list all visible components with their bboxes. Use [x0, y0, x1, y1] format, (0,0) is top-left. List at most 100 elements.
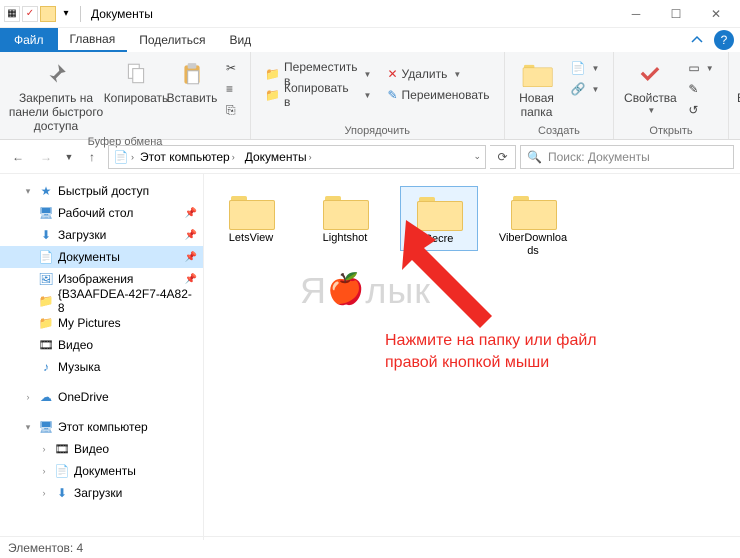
folder-item[interactable]: Lightshot: [306, 186, 384, 249]
delete-label: Удалить: [402, 67, 448, 81]
group-organize: 📁Переместить в▼ 📁Копировать в▼ ✕Удалить▼…: [251, 52, 504, 139]
open-icon: ▭: [688, 61, 699, 75]
collapse-ribbon-icon[interactable]: [682, 28, 712, 52]
chevron-right-icon: ›: [22, 392, 34, 402]
documents-icon: 📄: [38, 249, 54, 265]
tree-desktop[interactable]: 🖥Рабочий стол📌: [0, 202, 203, 224]
crumb-docs[interactable]: Документы›: [241, 150, 316, 164]
scissors-icon: ✂: [226, 61, 236, 75]
pin-icon: 📌: [185, 252, 197, 263]
folder-item-selected[interactable]: Secre: [400, 186, 478, 251]
tree-video[interactable]: 🎞Видео: [0, 334, 203, 356]
paste-button[interactable]: Вставить: [166, 56, 218, 108]
minimize-button[interactable]: ─: [616, 0, 656, 28]
tree-guid-folder[interactable]: 📁{B3AAFDEA-42F7-4A82-8: [0, 290, 203, 312]
copy-icon: [120, 58, 152, 90]
help-icon[interactable]: ?: [714, 30, 734, 50]
easy-access-button[interactable]: 🔗▼: [567, 79, 604, 99]
search-icon: 🔍: [527, 150, 542, 164]
folder-item[interactable]: ViberDownloads: [494, 186, 572, 262]
refresh-button[interactable]: ⟳: [490, 145, 516, 169]
address-bar[interactable]: 📄 › Этот компьютер› Документы› ⌄: [108, 145, 486, 169]
maximize-button[interactable]: ☐: [656, 0, 696, 28]
history-button[interactable]: ↺: [684, 100, 717, 120]
delete-button[interactable]: ✕Удалить▼: [383, 64, 493, 84]
chevron-down-icon: ▾: [22, 422, 34, 433]
properties-button[interactable]: Свойства▼: [620, 56, 680, 117]
video-icon: 🎞: [38, 337, 54, 353]
forward-button[interactable]: →: [34, 145, 58, 169]
copy-to-button[interactable]: 📁Копировать в▼: [261, 85, 375, 105]
documents-icon: 📄: [113, 149, 129, 165]
chevron-down-icon: ▼: [364, 70, 372, 79]
group-clipboard: Закрепить на панели быстрого доступа Коп…: [0, 52, 251, 139]
back-button[interactable]: ←: [6, 145, 30, 169]
copy-path-button[interactable]: ≡: [222, 79, 240, 99]
paste-icon: [176, 58, 208, 90]
chevron-right-icon: ›: [38, 488, 50, 498]
rename-button[interactable]: ✎Переименовать: [383, 85, 493, 105]
chevron-right-icon: ›: [309, 152, 312, 162]
tree-downloads[interactable]: ⬇Загрузки📌: [0, 224, 203, 246]
copy-to-label: Копировать в: [284, 81, 358, 109]
edit-button[interactable]: ✎: [684, 79, 717, 99]
chevron-right-icon: ›: [131, 152, 134, 162]
quick-access-toolbar: ▦ ✓ ▾: [4, 6, 74, 22]
search-placeholder: Поиск: Документы: [548, 150, 650, 164]
documents-icon: 📄: [54, 463, 70, 479]
tree-onedrive[interactable]: ›☁OneDrive: [0, 386, 203, 408]
tab-home[interactable]: Главная: [58, 28, 128, 52]
video-icon: 🎞: [54, 441, 70, 457]
folder-view[interactable]: LetsView Lightshot Secre ViberDownloads: [204, 174, 740, 540]
crumb-pc[interactable]: Этот компьютер›: [136, 150, 239, 164]
tree-documents2[interactable]: ›📄Документы: [0, 460, 203, 482]
nav-tree[interactable]: ▾★Быстрый доступ 🖥Рабочий стол📌 ⬇Загрузк…: [0, 174, 204, 540]
tree-downloads2[interactable]: ›⬇Загрузки: [0, 482, 203, 504]
qat-icon-2[interactable]: ✓: [22, 6, 38, 22]
group-select: Выделить▼: [729, 52, 740, 139]
qat-icon-3[interactable]: [40, 6, 56, 22]
chevron-down-icon: ▼: [591, 85, 599, 94]
properties-label: Свойства: [624, 92, 677, 106]
qat-overflow[interactable]: ▾: [58, 6, 74, 22]
new-folder-icon: [521, 58, 553, 90]
new-folder-label-2: папка: [521, 106, 553, 120]
music-icon: ♪: [38, 359, 54, 375]
group-new-label: Создать: [538, 124, 580, 137]
open-button[interactable]: ▭▼: [684, 58, 717, 78]
tab-share[interactable]: Поделиться: [127, 28, 217, 52]
paste-shortcut-button[interactable]: ⎘: [222, 100, 240, 120]
rename-icon: ✎: [387, 88, 397, 102]
qat-icon-1[interactable]: ▦: [4, 6, 20, 22]
group-open: Свойства▼ ▭▼ ✎ ↺ Открыть: [614, 52, 728, 139]
tree-music[interactable]: ♪Музыка: [0, 356, 203, 378]
paste-label: Вставить: [167, 92, 218, 106]
title-bar: ▦ ✓ ▾ Документы ─ ☐ ✕: [0, 0, 740, 28]
select-button[interactable]: Выделить▼: [735, 56, 740, 117]
folder-icon: 📁: [38, 315, 54, 331]
tree-video2[interactable]: ›🎞Видео: [0, 438, 203, 460]
new-item-button[interactable]: 📄▼: [567, 58, 604, 78]
tab-view[interactable]: Вид: [217, 28, 263, 52]
tree-documents[interactable]: 📄Документы📌: [0, 246, 203, 268]
tab-file[interactable]: Файл: [0, 28, 58, 52]
tree-mypictures[interactable]: 📁My Pictures: [0, 312, 203, 334]
up-button[interactable]: ↑: [80, 145, 104, 169]
ribbon-tabs: Файл Главная Поделиться Вид ?: [0, 28, 740, 52]
pin-quick-access-button[interactable]: Закрепить на панели быстрого доступа: [6, 56, 106, 135]
search-box[interactable]: 🔍 Поиск: Документы: [520, 145, 734, 169]
copy-button[interactable]: Копировать: [106, 56, 166, 108]
folder-item[interactable]: LetsView: [212, 186, 290, 249]
chevron-right-icon: ›: [232, 152, 235, 162]
new-folder-button[interactable]: Новая папка: [511, 56, 563, 122]
tree-thispc[interactable]: ▾🖥Этот компьютер: [0, 416, 203, 438]
tree-quick-access[interactable]: ▾★Быстрый доступ: [0, 180, 203, 202]
address-dropdown-icon[interactable]: ⌄: [473, 151, 481, 162]
recent-locations-button[interactable]: ▼: [62, 145, 76, 169]
group-new: Новая папка 📄▼ 🔗▼ Создать: [505, 52, 615, 139]
newitem-icon: 📄: [571, 61, 586, 75]
close-button[interactable]: ✕: [696, 0, 736, 28]
cut-button[interactable]: ✂: [222, 58, 240, 78]
folder-icon: 📁: [38, 293, 54, 309]
chevron-down-icon: ▼: [364, 91, 372, 100]
